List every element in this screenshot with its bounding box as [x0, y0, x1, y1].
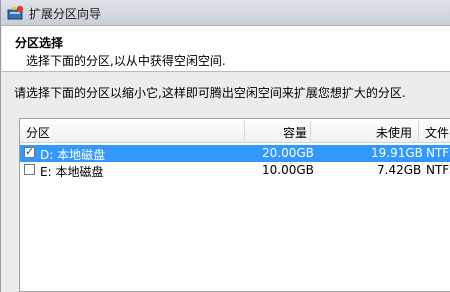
table-row[interactable]: ✓ D: 本地磁盘 20.00GB 19.91GB NTFS [20, 145, 450, 162]
cell-unused: 19.91GB [371, 146, 423, 160]
cell-capacity: 10.00GB [262, 163, 314, 177]
cell-capacity: 20.00GB [262, 146, 314, 160]
column-divider[interactable] [418, 121, 419, 141]
cell-partition: D: 本地磁盘 [40, 148, 106, 162]
cell-filesystem: NTFS [426, 146, 450, 160]
cell-partition: E: 本地磁盘 [40, 165, 104, 179]
partition-wizard-icon [7, 5, 25, 21]
cell-filesystem: NTFS [426, 163, 450, 177]
row-checkbox[interactable]: ✓ [24, 145, 35, 158]
column-divider[interactable] [310, 121, 311, 141]
wizard-window: 扩展分区向导 分区选择 选择下面的分区,以从中获得空闲空间. 请选择下面的分区以… [0, 0, 450, 292]
window-title: 扩展分区向导 [29, 7, 102, 21]
cell-unused: 7.42GB [377, 163, 422, 177]
wizard-header: 分区选择 选择下面的分区,以从中获得空闲空间. [2, 26, 450, 72]
column-divider[interactable] [244, 121, 245, 141]
column-header-capacity[interactable]: 容量 [283, 124, 307, 141]
title-bar[interactable]: 扩展分区向导 [1, 0, 450, 26]
page-title: 分区选择 [15, 36, 64, 50]
column-header-filesystem[interactable]: 文件 [425, 124, 449, 141]
partition-list[interactable]: 分区 容量 未使用 文件 ✓ D: 本地磁盘 20.00GB 19.91GB N… [19, 118, 450, 292]
column-header-partition[interactable]: 分区 [26, 124, 50, 141]
list-header: 分区 容量 未使用 文件 [20, 119, 450, 143]
page-subtitle: 选择下面的分区,以从中获得空闲空间. [26, 54, 226, 68]
column-header-unused[interactable]: 未使用 [376, 124, 412, 141]
instruction-text: 请选择下面的分区以缩小它,这样即可腾出空闲空间来扩展您想扩大的分区. [14, 86, 406, 100]
checkmark-icon: ✓ [25, 145, 35, 158]
row-checkbox[interactable] [24, 164, 35, 175]
table-row[interactable]: E: 本地磁盘 10.00GB 7.42GB NTFS [20, 162, 450, 179]
